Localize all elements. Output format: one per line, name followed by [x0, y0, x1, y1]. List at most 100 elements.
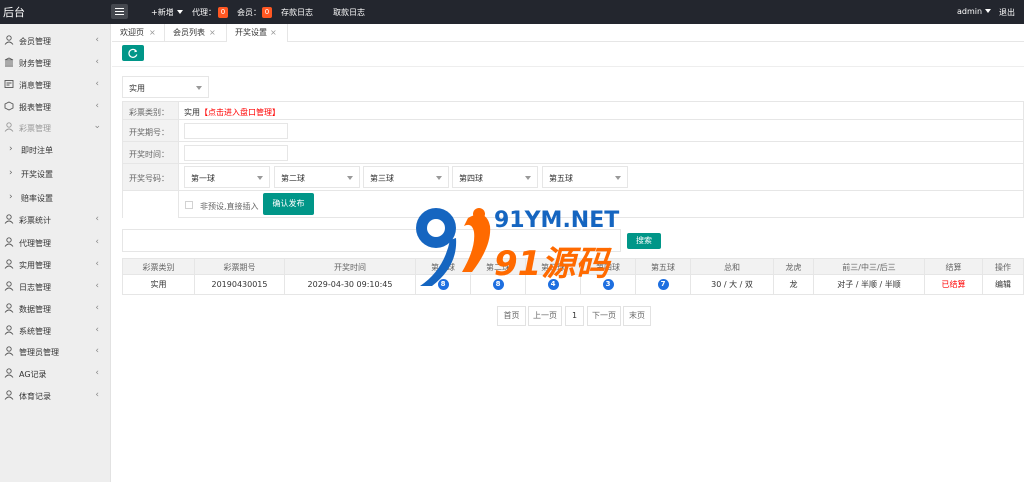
ball-badge: 7: [657, 279, 669, 290]
select-value: 第五球: [549, 174, 573, 183]
user-menu[interactable]: admin: [957, 7, 992, 16]
chevron-right-icon: ›: [9, 168, 13, 178]
handicap-management-link[interactable]: 【点击进入盘口管理】: [200, 107, 280, 118]
select-value: 第四球: [459, 174, 483, 183]
period-input[interactable]: [184, 123, 288, 139]
first-page-button[interactable]: 首页: [497, 306, 526, 326]
sidebar-item-live-bets[interactable]: › 即时注单: [0, 139, 111, 160]
close-icon[interactable]: ×: [270, 24, 277, 42]
sidebar-item-members[interactable]: 会员管理 ‹: [0, 30, 111, 51]
tab-draw-settings[interactable]: 开奖设置 ×: [227, 24, 287, 42]
cell-time: 2029-04-30 09:10:45: [285, 275, 416, 294]
tab-divider: [287, 24, 288, 42]
sidebar-item-label: 日志管理: [19, 283, 51, 292]
menu-toggle-button[interactable]: [111, 4, 128, 19]
chevron-left-icon: ‹: [95, 79, 99, 89]
chevron-right-icon: ›: [9, 144, 13, 154]
sidebar-item-logs[interactable]: 日志管理 ‹: [0, 276, 111, 297]
header-cell: 前三/中三/后三: [814, 259, 925, 274]
sidebar-item-lottery-stats[interactable]: 彩票统计 ‹: [0, 209, 111, 230]
user-icon: [4, 303, 14, 313]
user-name: admin: [957, 7, 983, 16]
close-icon[interactable]: ×: [209, 24, 216, 42]
ball-1-select[interactable]: 第一球: [184, 166, 270, 188]
chevron-left-icon: ‹: [95, 325, 99, 335]
chevron-left-icon: ‹: [95, 390, 99, 400]
sidebar-item-label: 报表管理: [19, 103, 51, 112]
ball-5-select[interactable]: 第五球: [542, 166, 628, 188]
sidebar-item-reports[interactable]: 报表管理 ‹: [0, 96, 111, 117]
tab-welcome[interactable]: 欢迎页 ×: [112, 24, 164, 42]
chevron-down-icon: [525, 176, 531, 180]
sidebar-item-admins[interactable]: 管理员管理 ‹: [0, 341, 111, 362]
tab-label: 会员列表: [173, 28, 205, 37]
chevron-down-icon: [257, 176, 263, 180]
sidebar-item-label: 赔率设置: [21, 194, 53, 203]
user-icon: [4, 390, 14, 400]
user-icon: [4, 237, 14, 247]
sidebar-item-sports-records[interactable]: 体育记录 ‹: [0, 385, 111, 406]
chevron-down-icon: [196, 86, 202, 90]
confirm-publish-button[interactable]: 确认发布: [263, 193, 314, 215]
sidebar-item-lottery[interactable]: 彩票管理 ⌄: [0, 117, 111, 138]
form-row-period: 开奖期号：: [123, 120, 1024, 142]
cell-sum: 30 / 大 / 双: [691, 275, 774, 294]
chevron-down-icon: [615, 176, 621, 180]
edit-link[interactable]: 编辑: [983, 275, 1023, 294]
user-icon: [4, 325, 14, 335]
type-label: 彩票类别：: [129, 108, 169, 117]
select-value: 第三球: [370, 174, 394, 183]
chevron-down-icon: [985, 9, 992, 13]
withdraw-log-link[interactable]: 取款日志: [333, 7, 365, 18]
sidebar-item-finance[interactable]: 财务管理 ‹: [0, 52, 111, 73]
sidebar-item-label: 财务管理: [19, 59, 51, 68]
last-page-button[interactable]: 末页: [623, 306, 651, 326]
prev-page-button[interactable]: 上一页: [528, 306, 562, 326]
chevron-down-icon: [436, 176, 442, 180]
tab-member-list[interactable]: 会员列表 ×: [165, 24, 226, 42]
bank-icon: [4, 57, 14, 67]
form-label: 彩票类别：: [123, 102, 179, 119]
sidebar-item-system[interactable]: 系统管理 ‹: [0, 320, 111, 341]
header-cell: 彩票类别: [123, 259, 195, 274]
time-input[interactable]: [184, 145, 288, 161]
header-cell: 开奖时间: [285, 259, 416, 274]
add-new-menu[interactable]: +新增: [151, 7, 183, 18]
form-label: 开奖号码：: [123, 164, 179, 190]
next-page-button[interactable]: 下一页: [587, 306, 621, 326]
close-icon[interactable]: ×: [149, 24, 156, 42]
chevron-left-icon: ‹: [95, 303, 99, 313]
sidebar-item-draw-settings[interactable]: › 开奖设置: [0, 163, 111, 184]
user-icon: [4, 368, 14, 378]
chevron-down-icon: [176, 10, 183, 14]
chevron-left-icon: ‹: [95, 368, 99, 378]
user-icon: [4, 259, 14, 269]
sidebar-item-label: 管理员管理: [19, 348, 59, 357]
logout-link[interactable]: 退出: [999, 7, 1015, 18]
lottery-type-select[interactable]: 实用: [122, 76, 209, 98]
sidebar-item-odds-settings[interactable]: › 赔率设置: [0, 187, 111, 208]
member-count-label: 会员：: [237, 8, 261, 17]
header-cell: 彩票期号: [195, 259, 285, 274]
status-badge: 已结算: [925, 275, 983, 294]
sidebar-item-label: 彩票管理: [19, 124, 51, 133]
sidebar-item-messages[interactable]: 消息管理 ‹: [0, 74, 111, 95]
tab-label: 开奖设置: [235, 28, 267, 37]
page-number-button[interactable]: 1: [565, 306, 584, 326]
sidebar-item-data[interactable]: 数据管理 ‹: [0, 298, 111, 319]
sidebar-item-agents[interactable]: 代理管理 ‹: [0, 232, 111, 253]
deposit-log-link[interactable]: 存款日志: [281, 7, 313, 18]
form-row-time: 开奖时间：: [123, 142, 1024, 164]
direct-insert-checkbox[interactable]: [185, 201, 193, 209]
form-label: 开奖时间：: [123, 142, 179, 163]
sidebar-item-utility[interactable]: 实用管理 ‹: [0, 254, 111, 275]
sidebar-item-ag-records[interactable]: AG记录 ‹: [0, 363, 111, 384]
ball-3-select[interactable]: 第三球: [363, 166, 449, 188]
header-cell: 龙虎: [774, 259, 814, 274]
report-icon: [4, 101, 14, 111]
ball-4-select[interactable]: 第四球: [452, 166, 538, 188]
refresh-button[interactable]: [122, 45, 144, 61]
cell-ball-5: 7: [636, 275, 691, 294]
sidebar-item-label: 消息管理: [19, 81, 51, 90]
ball-2-select[interactable]: 第二球: [274, 166, 360, 188]
